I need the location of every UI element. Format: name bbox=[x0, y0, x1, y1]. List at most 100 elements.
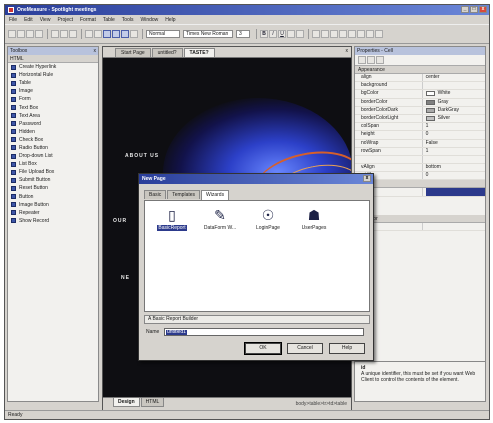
undo-icon[interactable] bbox=[85, 30, 93, 38]
help-button[interactable]: Help bbox=[329, 343, 365, 354]
alphabetical-icon[interactable] bbox=[367, 56, 375, 64]
outdent-icon[interactable] bbox=[366, 30, 374, 38]
wizard-item-basic-report[interactable]: ▯ BasicReport bbox=[149, 207, 195, 231]
tab-templates[interactable]: Templates bbox=[167, 190, 201, 199]
cut-icon[interactable] bbox=[51, 30, 59, 38]
toolbox-item[interactable]: Show Record bbox=[8, 217, 98, 225]
tab-start-page[interactable]: Start Page bbox=[115, 48, 151, 57]
property-value[interactable]: False bbox=[423, 140, 485, 147]
properties-category-appearance[interactable]: Appearance bbox=[355, 66, 485, 74]
property-row[interactable]: borderColorDark DarkGray bbox=[355, 106, 485, 115]
align-center-icon[interactable] bbox=[321, 30, 329, 38]
cancel-button[interactable]: Cancel bbox=[287, 343, 323, 354]
property-row[interactable]: borderColorLight Silver bbox=[355, 114, 485, 124]
bold-button[interactable]: B bbox=[260, 30, 268, 38]
preview-icon[interactable] bbox=[130, 30, 138, 38]
property-row[interactable]: colSpan 1 bbox=[355, 123, 485, 132]
toolbox-item[interactable]: Text Area bbox=[8, 112, 98, 120]
toolbox-item[interactable]: File Upload Box bbox=[8, 168, 98, 176]
save-icon[interactable] bbox=[26, 30, 34, 38]
tab-wizards[interactable]: Wizards bbox=[201, 190, 230, 200]
toolbox-item[interactable]: Button bbox=[8, 193, 98, 201]
menu-view[interactable]: View bbox=[40, 17, 51, 23]
font-color-icon[interactable] bbox=[287, 30, 295, 38]
menu-project[interactable]: Project bbox=[57, 17, 73, 23]
italic-button[interactable]: I bbox=[269, 30, 277, 38]
property-row[interactable]: bgColor White bbox=[355, 90, 485, 99]
copy-icon[interactable] bbox=[60, 30, 68, 38]
property-row[interactable]: borderColor Gray bbox=[355, 98, 485, 107]
property-value[interactable]: DarkGray bbox=[423, 107, 485, 114]
toolbox-item[interactable]: Reset Button bbox=[8, 184, 98, 192]
align-left-icon[interactable] bbox=[312, 30, 320, 38]
property-row[interactable]: vAlign bottom bbox=[355, 164, 485, 173]
wizard-item-data-form[interactable]: ✎ DataForm W... bbox=[197, 207, 243, 231]
toolbox-category-html[interactable]: HTML bbox=[8, 55, 98, 63]
toolbox-item[interactable]: Text Box bbox=[8, 103, 98, 111]
save-all-icon[interactable] bbox=[35, 30, 43, 38]
tab-untitled[interactable]: untitled? bbox=[151, 48, 183, 57]
table-icon[interactable] bbox=[112, 30, 120, 38]
toolbox-item[interactable]: Form bbox=[8, 95, 98, 103]
property-value[interactable]: 1 bbox=[423, 123, 485, 130]
property-value[interactable] bbox=[423, 156, 485, 163]
new-file-icon[interactable] bbox=[8, 30, 16, 38]
paste-icon[interactable] bbox=[69, 30, 77, 38]
align-right-icon[interactable] bbox=[330, 30, 338, 38]
numbered-list-icon[interactable] bbox=[348, 30, 356, 38]
property-value[interactable] bbox=[423, 188, 485, 196]
tab-taste[interactable]: TASTE? bbox=[183, 48, 215, 57]
properties-category-behavior[interactable]: Behavior bbox=[355, 214, 485, 223]
property-row[interactable]: align center bbox=[355, 74, 485, 83]
bulleted-list-icon[interactable] bbox=[357, 30, 365, 38]
wizard-item-login-page[interactable]: ☉ LoginPage bbox=[245, 207, 291, 231]
toolbox-item[interactable]: Drop-down List bbox=[8, 152, 98, 160]
menu-format[interactable]: Format bbox=[80, 17, 96, 23]
toolbox-item[interactable]: Create Hyperlink bbox=[8, 63, 98, 71]
highlight-icon[interactable] bbox=[296, 30, 304, 38]
property-value[interactable]: 0 bbox=[423, 172, 485, 179]
property-row[interactable] bbox=[355, 155, 485, 165]
toolbox-item[interactable]: Table bbox=[8, 79, 98, 87]
menu-tools[interactable]: Tools bbox=[122, 17, 134, 23]
underline-button[interactable]: U bbox=[278, 30, 286, 38]
property-value[interactable]: Gray bbox=[423, 99, 485, 106]
justify-icon[interactable] bbox=[339, 30, 347, 38]
maximize-button[interactable]: □ bbox=[470, 6, 478, 13]
menu-table[interactable]: Table bbox=[103, 17, 115, 23]
toolbox-item[interactable]: Submit Button bbox=[8, 176, 98, 184]
close-button[interactable]: x bbox=[479, 6, 487, 13]
toolbox-item[interactable]: Horizontal Rule bbox=[8, 71, 98, 79]
categorized-icon[interactable] bbox=[358, 56, 366, 64]
toolbox-close-icon[interactable]: x bbox=[94, 47, 97, 55]
grid-icon[interactable] bbox=[121, 30, 129, 38]
property-value[interactable]: center bbox=[423, 74, 485, 81]
document-close-icon[interactable]: x bbox=[346, 48, 349, 54]
font-family-select[interactable]: Times New Roman bbox=[183, 30, 233, 38]
property-value[interactable] bbox=[423, 223, 485, 230]
property-row[interactable]: width0 bbox=[355, 172, 485, 181]
property-value[interactable] bbox=[423, 82, 485, 89]
tab-design[interactable]: Design bbox=[113, 398, 140, 407]
tab-basic[interactable]: Basic bbox=[144, 190, 167, 199]
properties-category-misc[interactable]: Misc bbox=[355, 180, 485, 189]
property-row[interactable]: height 0 bbox=[355, 131, 485, 140]
property-row[interactable]: runat bbox=[355, 222, 485, 231]
indent-icon[interactable] bbox=[375, 30, 383, 38]
property-value[interactable]: White bbox=[423, 90, 485, 97]
font-size-select[interactable]: 3 bbox=[236, 30, 250, 38]
property-row[interactable]: background bbox=[355, 82, 485, 91]
property-value[interactable]: 1 bbox=[423, 148, 485, 155]
page-name-input[interactable]: untitled1 bbox=[164, 328, 364, 336]
property-value[interactable]: 0 bbox=[423, 131, 485, 138]
toolbox-item[interactable]: Password bbox=[8, 120, 98, 128]
menu-window[interactable]: Window bbox=[140, 17, 158, 23]
toolbox-item[interactable]: Image Button bbox=[8, 201, 98, 209]
wizard-item-user-pages[interactable]: ☗ UserPages bbox=[291, 207, 337, 231]
toolbox-item[interactable]: Check Box bbox=[8, 136, 98, 144]
property-pages-icon[interactable] bbox=[376, 56, 384, 64]
property-value[interactable]: bottom bbox=[423, 164, 485, 171]
property-row[interactable]: noWrap False bbox=[355, 139, 485, 148]
property-value[interactable]: Silver bbox=[423, 115, 485, 122]
toolbox-item[interactable]: Repeater bbox=[8, 209, 98, 217]
